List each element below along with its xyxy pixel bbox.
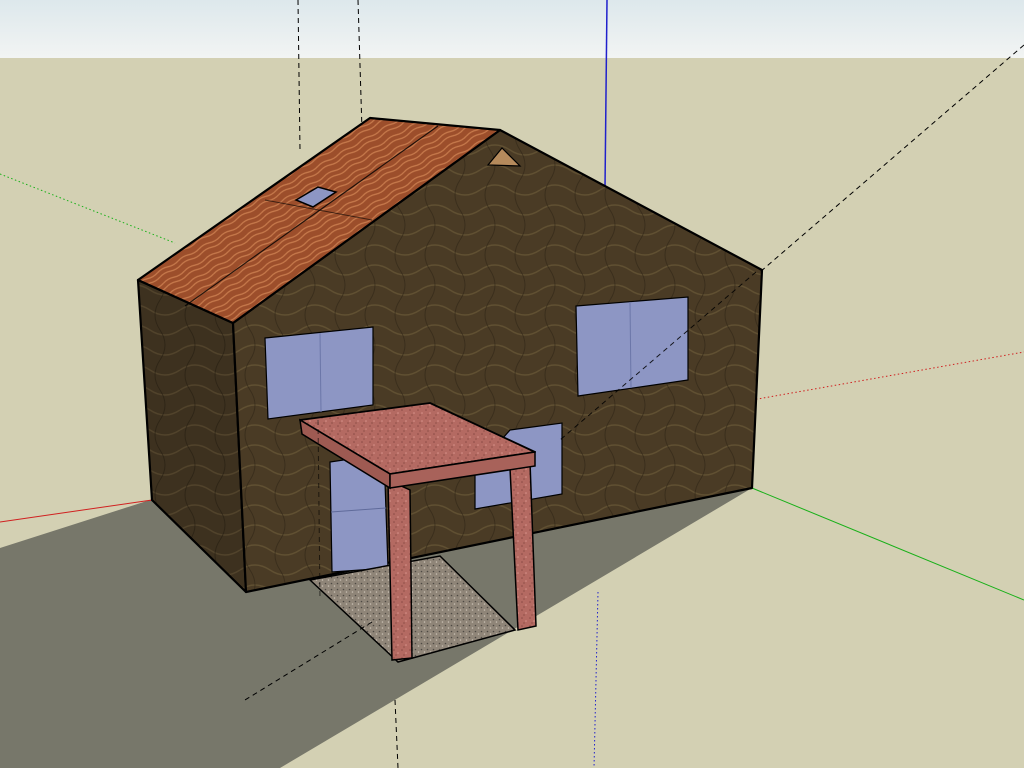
- window-right: [575, 296, 689, 397]
- window-left: [264, 326, 374, 420]
- 3d-scene: [0, 0, 1024, 768]
- porch-post-front: [387, 478, 413, 661]
- modeling-viewport[interactable]: [0, 0, 1024, 768]
- sky: [0, 0, 1024, 58]
